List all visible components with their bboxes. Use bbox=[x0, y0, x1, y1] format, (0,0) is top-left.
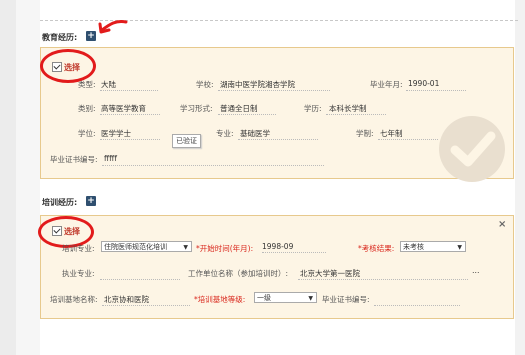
edu-major-value: 基础医学 bbox=[240, 129, 270, 138]
train-unit-ellipsis[interactable]: … bbox=[472, 266, 480, 275]
edu-school-value: 湖南中医学院湘杏学院 bbox=[220, 80, 295, 89]
train-base-value: 北京协和医院 bbox=[104, 295, 149, 304]
edu-grad-year-value: 1990-01 bbox=[408, 79, 440, 88]
edu-system-value: 七年制 bbox=[380, 129, 403, 138]
train-start-input[interactable]: 1998-09 bbox=[262, 241, 326, 253]
train-start-label: *开始时间(年月): bbox=[196, 244, 254, 253]
training-section-title: 培训经历: bbox=[42, 198, 78, 207]
annotation-arrow-icon bbox=[98, 20, 128, 34]
left-sidebar bbox=[0, 0, 16, 355]
train-cert-label: 毕业证书编号: bbox=[322, 295, 370, 304]
edu-study-form-value: 普通全日制 bbox=[220, 104, 258, 113]
train-major-label: 培训专业: bbox=[62, 244, 95, 253]
edu-category-underline bbox=[100, 114, 160, 115]
edu-level-value: 本科长学制 bbox=[329, 104, 367, 113]
train-major-select-value: 住院医师规范化培训 bbox=[104, 243, 167, 251]
verified-badge: 已验证 bbox=[172, 134, 201, 148]
edu-category-label: 类别: bbox=[78, 104, 96, 113]
edu-grad-year-underline bbox=[406, 90, 466, 91]
edu-type-underline bbox=[100, 90, 158, 91]
train-base-underline bbox=[102, 305, 190, 306]
scrollbar-track[interactable] bbox=[515, 0, 525, 355]
train-unit-underline bbox=[298, 279, 468, 280]
edu-degree-underline bbox=[100, 139, 160, 140]
train-base-label: 培训基地名称: bbox=[50, 295, 98, 304]
verified-watermark-icon bbox=[439, 116, 505, 182]
edu-school-label: 学校: bbox=[196, 80, 214, 89]
edu-study-form-underline bbox=[218, 114, 276, 115]
train-cert-underline bbox=[374, 305, 460, 306]
edu-level-label: 学历: bbox=[304, 104, 322, 113]
edu-level-underline bbox=[326, 114, 386, 115]
edu-type-label: 类型: bbox=[78, 80, 96, 89]
train-major-select[interactable]: 住院医师规范化培训 ▼ bbox=[101, 241, 192, 252]
edu-major-underline bbox=[238, 139, 318, 140]
train-result-select-value: 未考核 bbox=[403, 243, 424, 251]
train-base-level-select[interactable]: 一级 ▼ bbox=[254, 292, 317, 303]
edu-school-underline bbox=[218, 90, 330, 91]
chevron-down-icon: ▼ bbox=[457, 244, 462, 251]
annotation-circle-education bbox=[40, 49, 96, 83]
edu-system-underline bbox=[378, 139, 438, 140]
train-practice-underline bbox=[100, 279, 180, 280]
train-base-level-select-value: 一级 bbox=[257, 294, 271, 302]
education-section-title: 教育经历: bbox=[42, 33, 78, 42]
edu-major-label: 专业: bbox=[216, 129, 234, 138]
edu-grad-year-label: 毕业年月: bbox=[370, 80, 403, 89]
edu-category-value: 高等医学教育 bbox=[101, 104, 146, 113]
train-result-label: *考核结果: bbox=[358, 244, 395, 253]
train-result-select[interactable]: 未考核 ▼ bbox=[400, 241, 466, 252]
add-education-button[interactable]: + bbox=[86, 31, 96, 41]
edu-degree-value: 医学学士 bbox=[101, 129, 131, 138]
train-base-level-label: *培训基地等级: bbox=[194, 295, 246, 304]
edu-cert-no-underline bbox=[102, 165, 324, 166]
edu-cert-no-value: fffff bbox=[104, 154, 117, 163]
train-unit-label: 工作单位名称（参加培训时）: bbox=[188, 269, 289, 278]
edu-degree-label: 学位: bbox=[78, 129, 96, 138]
edu-study-form-label: 学习形式: bbox=[180, 104, 213, 113]
train-unit-value: 北京大学第一医院 bbox=[300, 269, 360, 278]
chevron-down-icon: ▼ bbox=[308, 295, 313, 302]
edu-cert-no-label: 毕业证书编号: bbox=[50, 155, 98, 164]
train-practice-label: 执业专业: bbox=[62, 269, 95, 278]
chevron-down-icon: ▼ bbox=[183, 244, 188, 251]
left-gutter bbox=[16, 0, 40, 355]
add-training-button[interactable]: + bbox=[86, 196, 96, 206]
close-training-icon[interactable]: × bbox=[498, 219, 506, 230]
edu-type-value: 大陆 bbox=[101, 80, 116, 89]
edu-system-label: 学制: bbox=[356, 129, 374, 138]
